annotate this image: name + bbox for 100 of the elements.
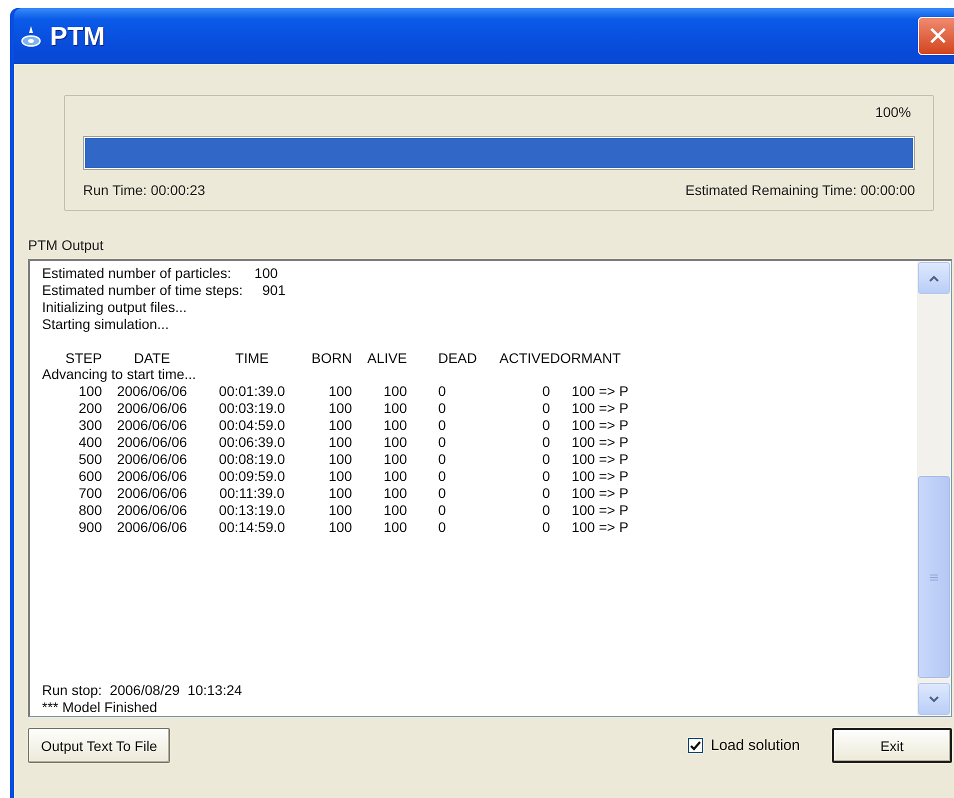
table-cell: 300: [78, 417, 102, 434]
table-cell: 2006/06/06: [116, 484, 188, 502]
table-cell: 0: [542, 502, 550, 519]
output-line: *** Model Finished: [42, 699, 158, 716]
table-cell: 100: [328, 400, 352, 418]
chevron-down-icon: [929, 696, 939, 702]
output-line: Estimated number of particles: 100: [42, 265, 279, 282]
table-cell: 100: [328, 417, 352, 434]
table-cell: 0: [438, 502, 446, 519]
table-cell: 100 => P: [572, 450, 628, 468]
app-icon: [20, 24, 42, 48]
table-cell: 2006/06/06: [116, 450, 188, 468]
table-cell: 100 => P: [572, 468, 628, 485]
table-cell: 2006/06/06: [116, 434, 188, 451]
table-cell: 0: [542, 450, 550, 468]
table-cell: 100 => P: [572, 400, 628, 418]
table-cell: 100: [328, 450, 352, 468]
chevron-up-icon: [929, 274, 939, 282]
table-cell: 00:03:19.0: [218, 400, 286, 418]
table-cell: 100 => P: [572, 417, 628, 434]
table-cell: 0: [542, 383, 550, 400]
table-cell: 0: [542, 417, 550, 434]
table-cell: 0: [438, 417, 446, 434]
load-solution-label: Load solution: [710, 737, 800, 754]
output-line: Estimated number of time steps: 901: [42, 282, 287, 299]
table-cell: 0: [438, 434, 446, 451]
table-cell: 0: [438, 518, 446, 536]
table-cell: 0: [438, 484, 446, 502]
table-cell: 100 => P: [572, 434, 628, 451]
table-cell: 00:01:39.0: [218, 383, 286, 400]
output-line: Starting simulation...: [42, 316, 170, 333]
table-cell: 800: [78, 502, 102, 519]
table-cell: 0: [542, 400, 550, 418]
table-cell: 00:11:39.0: [219, 484, 285, 502]
table-cell: 2006/06/06: [116, 468, 188, 485]
column-header: BORN: [312, 350, 352, 366]
table-cell: 200: [78, 400, 102, 418]
table-cell: 100: [384, 450, 407, 468]
run-time: Run Time: 00:00:23: [83, 182, 206, 198]
output-line: Advancing to start time...: [42, 366, 198, 384]
table-cell: 100: [328, 518, 352, 536]
table-cell: 0: [438, 450, 446, 468]
column-header: STEP: [65, 350, 102, 366]
table-cell: 00:04:59.0: [218, 417, 286, 434]
table-cell: 100: [384, 484, 407, 502]
table-cell: 00:08:19.0: [218, 450, 286, 468]
table-cell: 100: [328, 383, 352, 400]
table-cell: 100: [328, 434, 352, 451]
window-title: PTM: [50, 20, 106, 52]
scroll-thumb[interactable]: [918, 476, 950, 678]
scroll-up-button[interactable]: [918, 262, 950, 294]
output-line: Run stop: 2006/08/29 10:13:24: [42, 682, 244, 700]
table-cell: 100: [384, 400, 407, 418]
table-cell: 00:13:19.0: [218, 502, 286, 519]
table-cell: 0: [542, 468, 550, 485]
table-cell: 100: [384, 518, 407, 536]
table-cell: 100 => P: [572, 383, 628, 400]
progress-percent: 100%: [875, 104, 911, 120]
table-cell: 2006/06/06: [116, 383, 188, 400]
table-cell: 00:14:59.0: [218, 518, 286, 536]
table-cell: 100: [384, 383, 407, 400]
load-solution-checkbox[interactable]: [688, 738, 703, 753]
table-cell: 100: [78, 383, 102, 400]
table-cell: 100: [384, 417, 407, 434]
table-cell: 2006/06/06: [116, 518, 188, 536]
table-cell: 500: [78, 450, 102, 468]
column-header: DORMANT: [550, 350, 621, 366]
table-cell: 0: [438, 400, 446, 418]
column-header: TIME: [235, 350, 269, 366]
table-cell: 100 => P: [572, 502, 628, 519]
table-cell: 0: [542, 518, 550, 536]
table-cell: 0: [438, 383, 446, 400]
table-cell: 2006/06/06: [116, 417, 188, 434]
column-header: DEAD: [438, 350, 477, 366]
table-cell: 2006/06/06: [116, 502, 188, 519]
column-header: ACTIVE: [499, 350, 550, 366]
table-cell: 100: [384, 502, 407, 519]
output-line: Initializing output files...: [42, 298, 188, 316]
table-cell: 100: [328, 468, 352, 485]
table-cell: 100: [328, 502, 352, 519]
table-cell: 00:09:59.0: [218, 468, 286, 485]
remaining-time: Estimated Remaining Time: 00:00:00: [685, 182, 915, 198]
table-cell: 0: [438, 468, 446, 485]
checkmark-icon: [690, 740, 701, 750]
table-cell: 00:06:39.0: [218, 434, 286, 451]
exit-button[interactable]: Exit: [832, 728, 952, 763]
table-cell: 600: [78, 468, 102, 485]
table-cell: 900: [78, 518, 102, 536]
table-cell: 100 => P: [572, 518, 628, 536]
table-cell: 100 => P: [572, 484, 628, 502]
table-cell: 700: [78, 484, 102, 502]
table-cell: 100: [384, 434, 407, 451]
column-header: ALIVE: [367, 350, 407, 366]
scroll-down-button[interactable]: [918, 683, 950, 715]
grip-icon: [930, 574, 938, 580]
table-cell: 100: [328, 484, 352, 502]
table-cell: 0: [542, 434, 550, 451]
vertical-scrollbar[interactable]: [917, 261, 951, 716]
table-cell: 0: [542, 484, 550, 502]
output-to-file-button[interactable]: Output Text To File: [28, 728, 170, 763]
